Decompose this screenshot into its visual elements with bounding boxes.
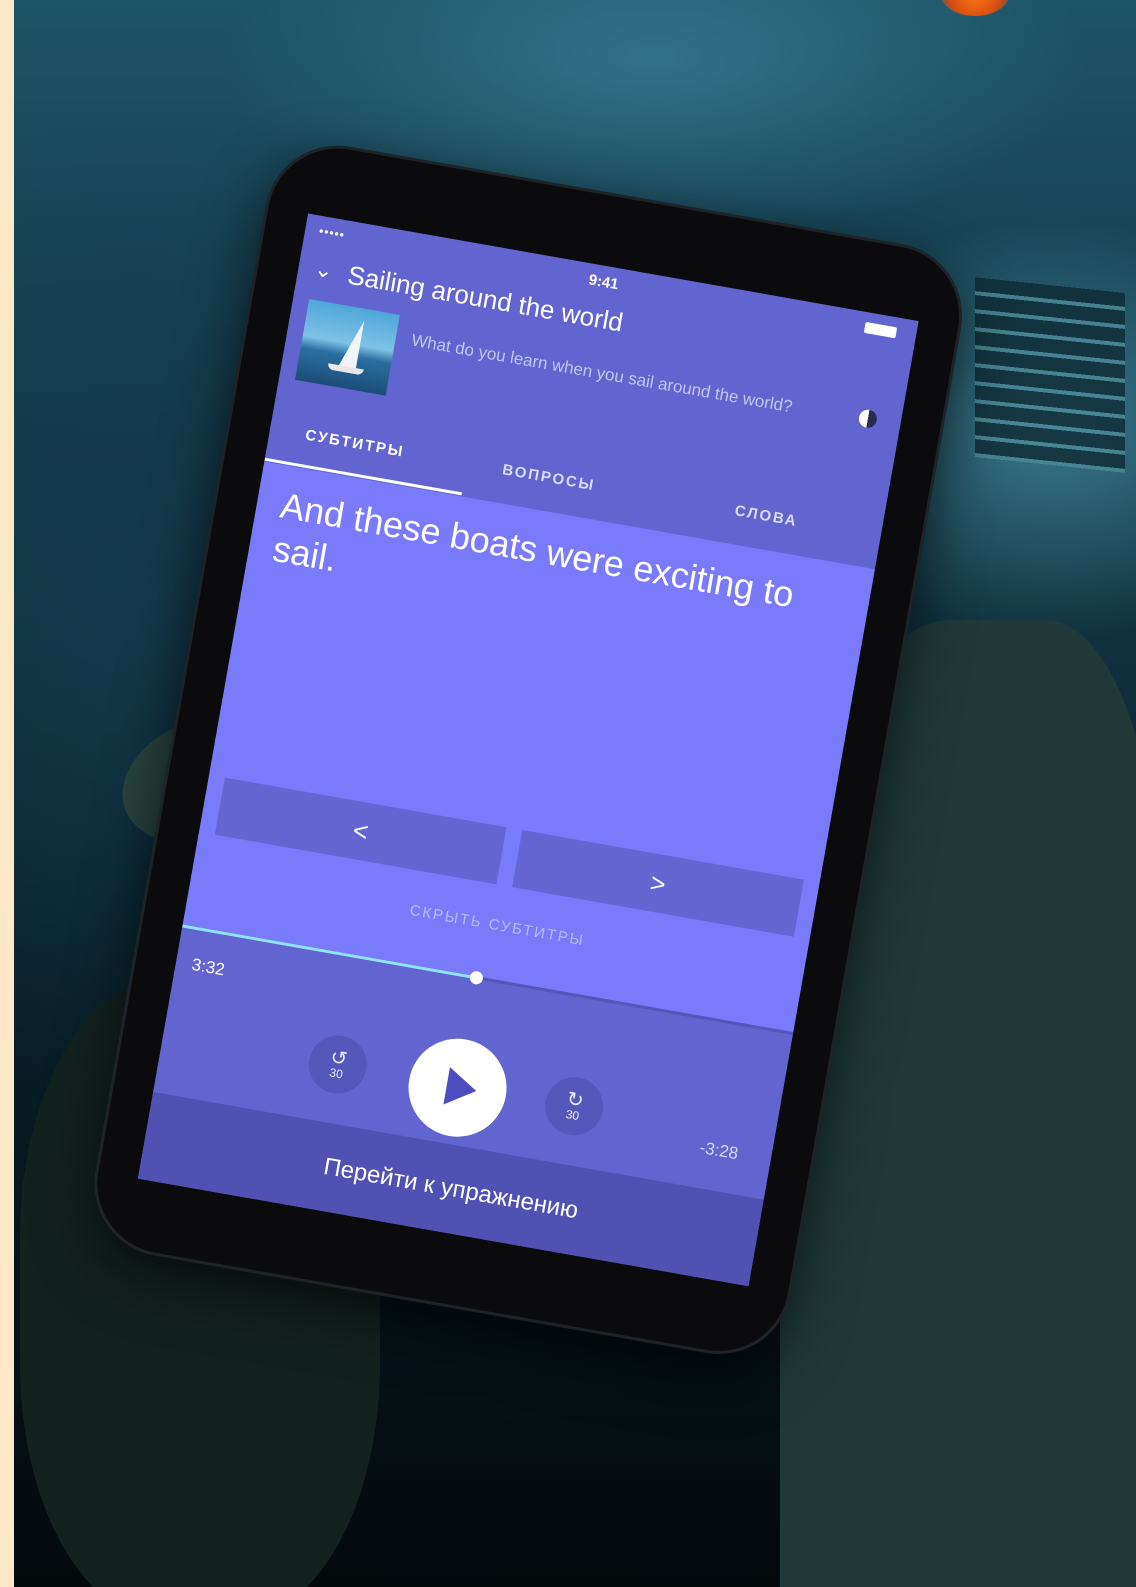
sailboat-sail [337,317,365,371]
tab-questions[interactable]: ВОПРОСЫ [501,461,596,494]
remaining-time: -3:28 [698,1137,740,1164]
status-time: 9:41 [587,271,620,294]
progress-knob[interactable] [468,970,484,986]
rewind-seconds: 30 [328,1065,344,1082]
left-border-strip [0,0,14,1587]
tab-words[interactable]: СЛОВА [733,502,799,530]
play-button[interactable] [400,1030,515,1145]
air-vent [975,277,1125,473]
rewind-30-button[interactable]: ↺ 30 [304,1030,372,1099]
forward-seconds: 30 [564,1107,581,1124]
chevron-down-icon[interactable]: ⌄ [312,256,335,285]
next-subtitle-button[interactable]: > [512,830,804,937]
play-icon [443,1067,480,1110]
battery-icon [863,321,898,339]
elapsed-time: 3:32 [190,954,227,980]
photo-scene: ••••• 9:41 ⌄ Sailing around the world Wh… [0,0,1136,1587]
tab-subtitles[interactable]: СУБТИТРЫ [304,427,406,461]
forward-30-button[interactable]: ↻ 30 [540,1072,608,1140]
signal-indicator: ••••• [318,223,347,243]
contrast-icon[interactable] [857,408,879,430]
lesson-thumbnail [294,298,400,396]
prev-subtitle-button[interactable]: < [214,777,507,885]
app-screen: ••••• 9:41 ⌄ Sailing around the world Wh… [137,213,919,1287]
